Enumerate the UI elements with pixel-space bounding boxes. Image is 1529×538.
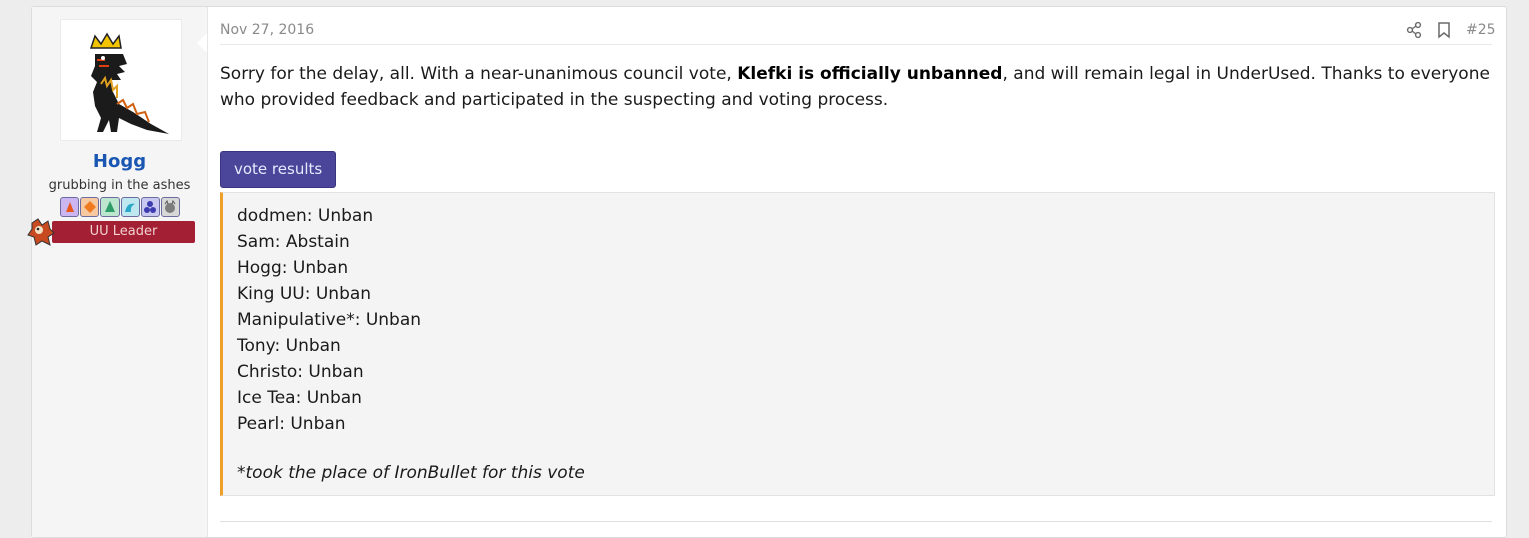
vote-item: Pearl: Unban [237,414,346,434]
cat-badge-icon[interactable] [160,197,181,217]
vote-item: Christo: Unban [237,362,364,382]
spoiler-content: dodmen: Unban Sam: Abstain Hogg: Unban K… [220,192,1495,496]
bookmark-icon[interactable] [1435,21,1453,39]
message-text-1: Sorry for the delay, all. With a near-un… [220,64,738,84]
user-sidebar: Hogg grubbing in the ashes UU Leader [27,7,208,537]
vote-item: Tony: Unban [237,336,341,356]
post-number-link[interactable]: #25 [1466,22,1496,38]
spoiler-button[interactable]: vote results [220,151,337,188]
pokemon-sprite-icon [27,218,55,246]
post-message: Sorry for the delay, all. With a near-un… [220,61,1490,113]
post-container: Hogg grubbing in the ashes UU Leader Nov… [27,6,1507,538]
badge-row [60,197,181,217]
leaf-badge-icon[interactable] [100,197,120,217]
fire-badge-icon[interactable] [60,197,80,217]
avatar[interactable] [60,19,182,141]
vote-item: Hogg: Unban [237,258,349,278]
vote-list: dodmen: Unban Sam: Abstain Hogg: Unban K… [237,203,421,437]
share-icon[interactable] [1405,21,1423,39]
dinosaur-avatar-icon [89,32,169,134]
vote-footnote: *took the place of IronBullet for this v… [237,463,585,483]
vote-item: dodmen: Unban [237,206,374,226]
post-date[interactable]: Nov 27, 2016 [220,22,314,38]
diamond-badge-icon[interactable] [80,197,100,217]
vote-item: King UU: Unban [237,284,372,304]
role-banner: UU Leader [52,221,195,243]
trio-badge-icon[interactable] [140,197,160,217]
vote-item: Sam: Abstain [237,232,350,252]
vote-item: Ice Tea: Unban [237,388,362,408]
vote-item: Manipulative*: Unban [237,310,422,330]
username[interactable]: Hogg [32,151,207,172]
header-divider [220,44,1492,45]
user-title: grubbing in the ashes [48,178,191,193]
wave-badge-icon[interactable] [120,197,140,217]
message-arrow [197,33,207,53]
message-bold-text: Klefki is officially unbanned [737,64,1003,84]
